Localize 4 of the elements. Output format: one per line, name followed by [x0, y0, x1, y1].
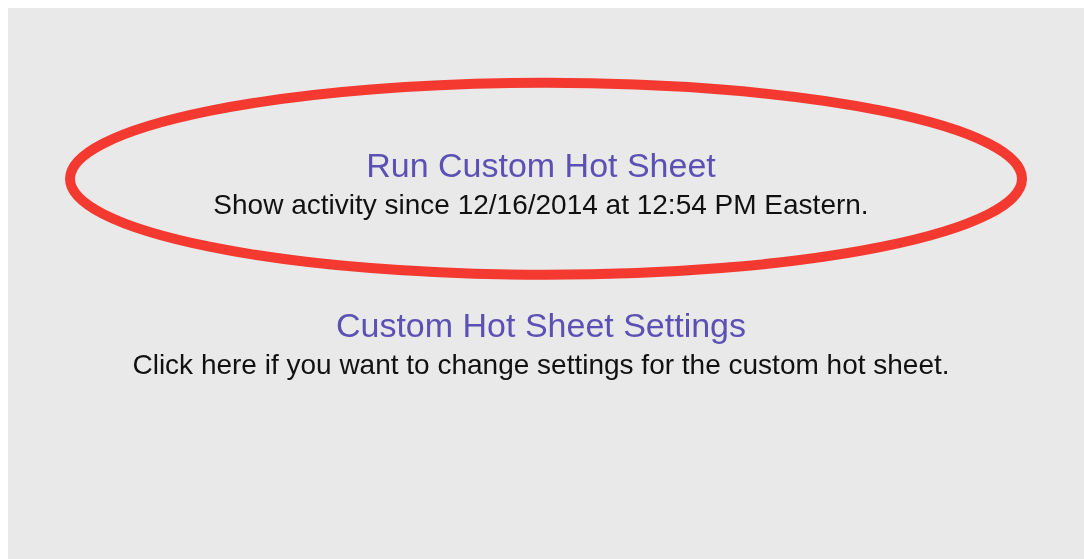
link-description: Show activity since 12/16/2014 at 12:54 PM Eastern. [213, 189, 869, 221]
link-description: Click here if you want to change settings for the custom hot sheet. [132, 349, 950, 381]
link[interactable]: Run Custom Hot Sheet [366, 145, 716, 185]
link[interactable]: Custom Hot Sheet Settings [335, 305, 747, 345]
